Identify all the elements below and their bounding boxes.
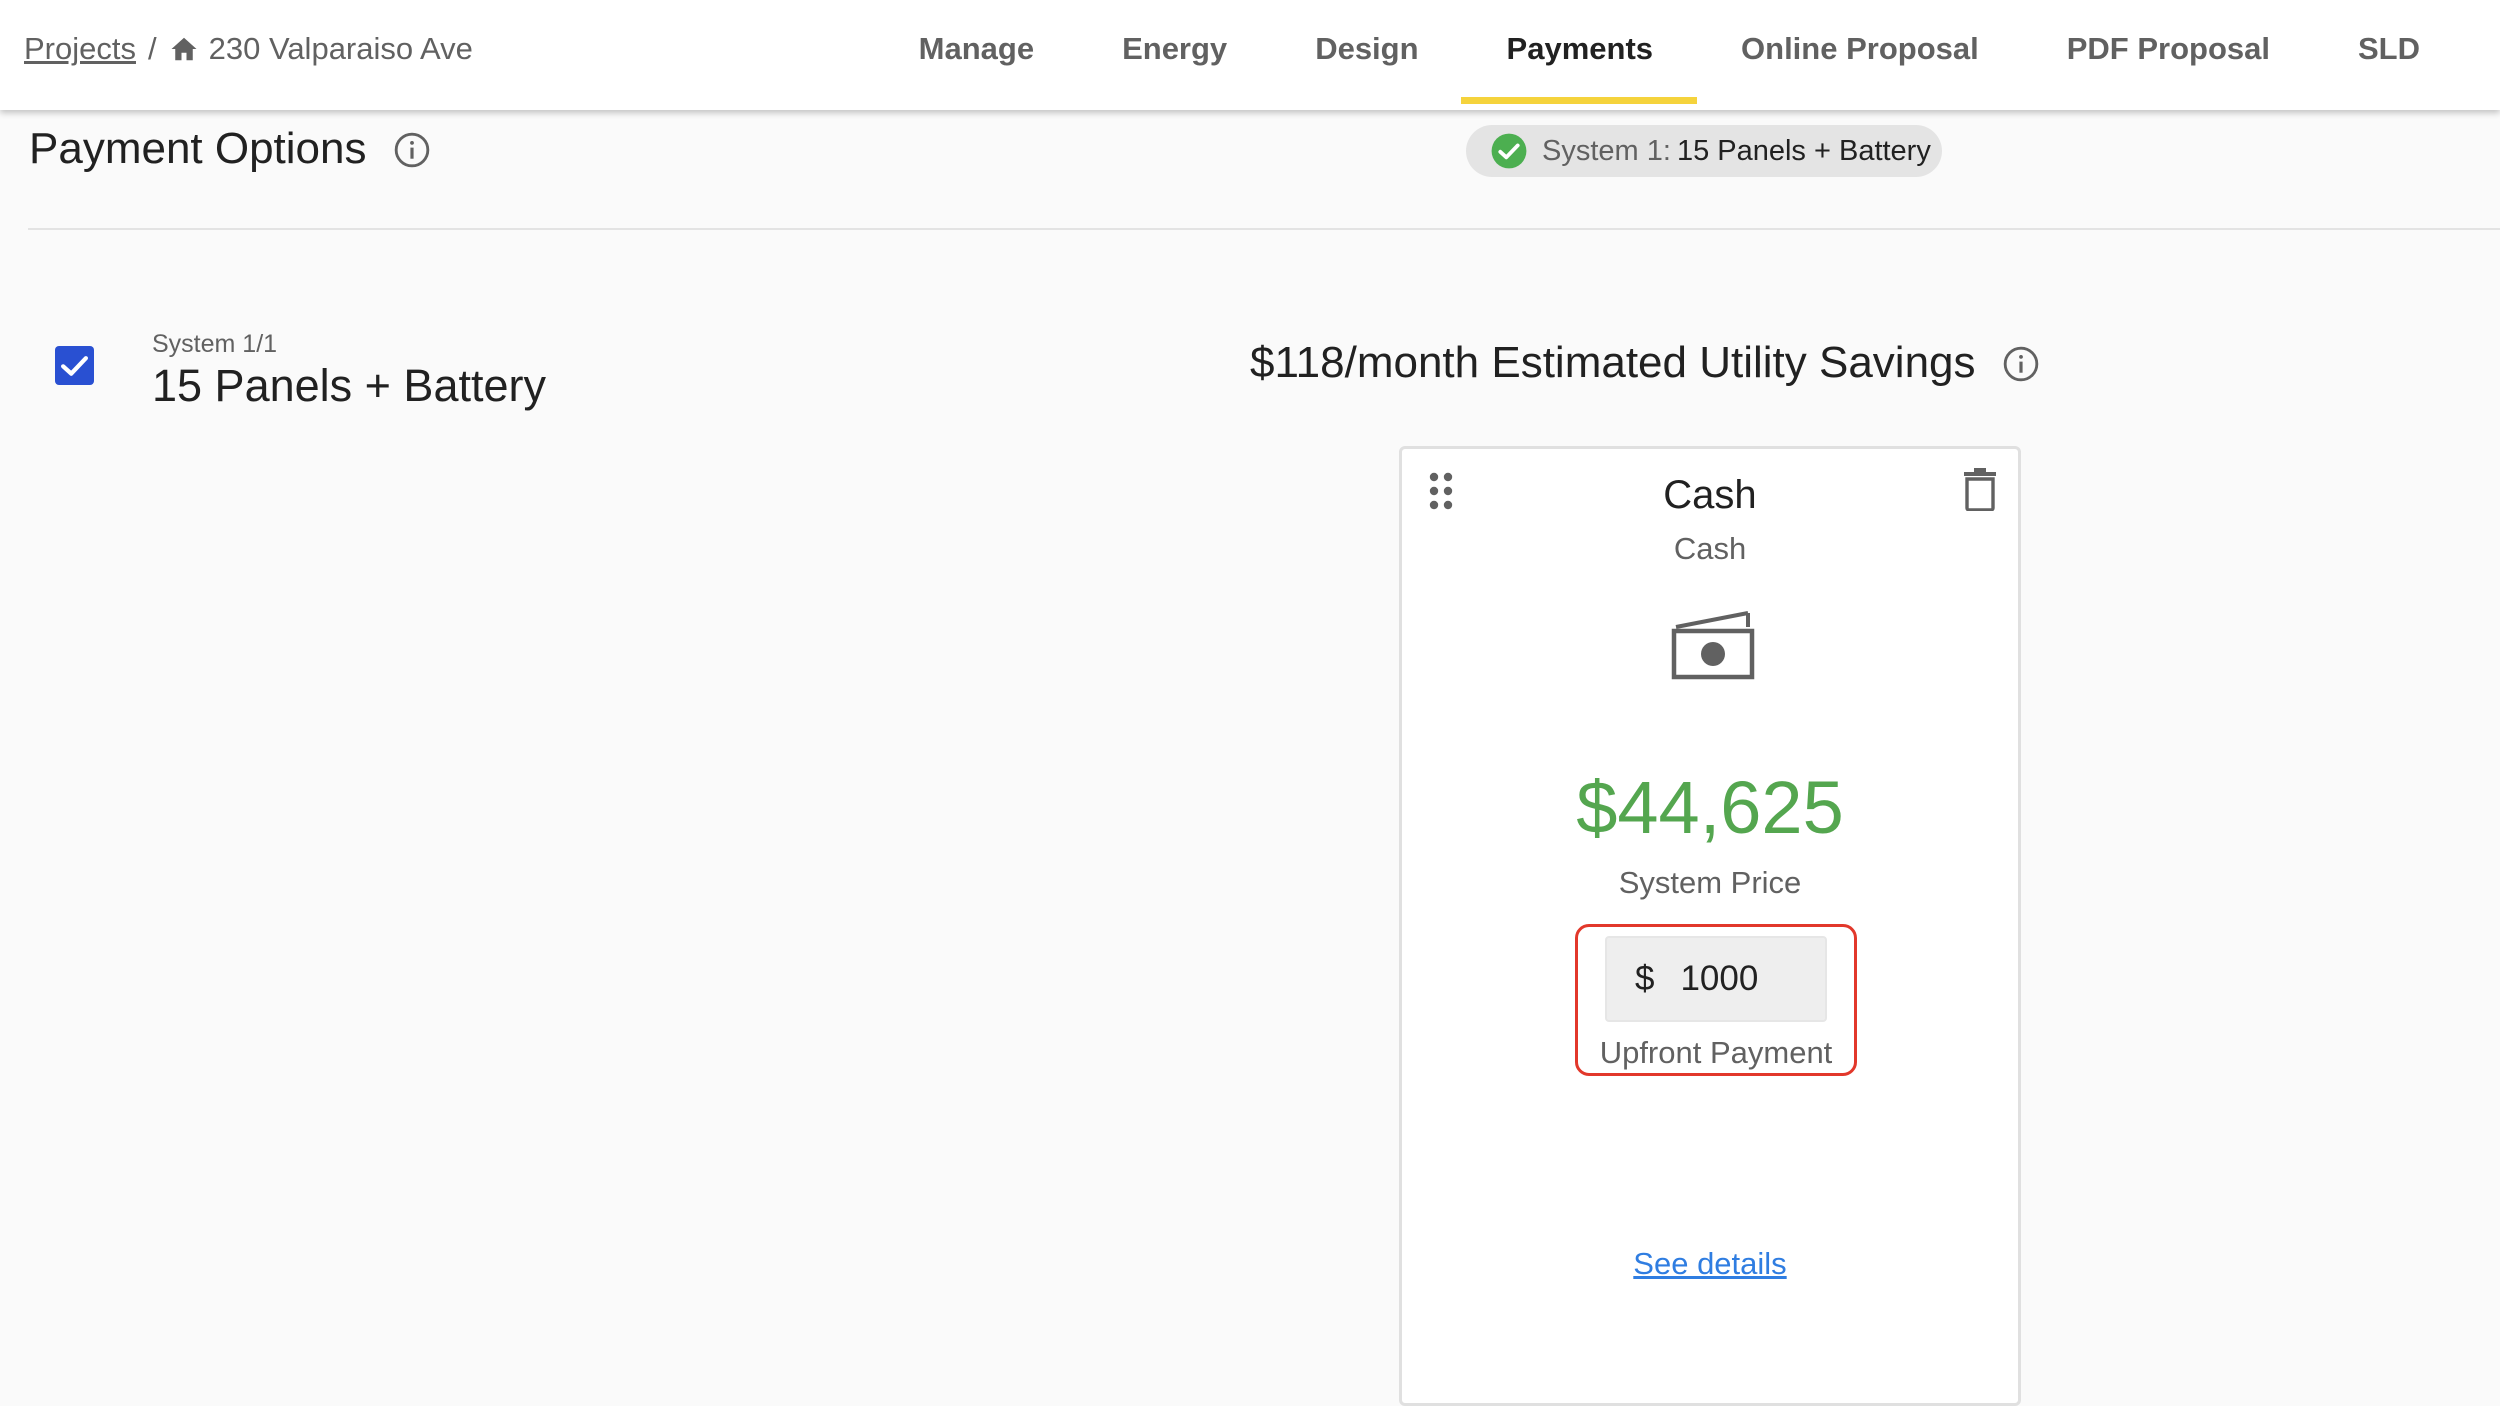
system-price-value: $44,625 — [1576, 766, 1844, 849]
tab-energy[interactable]: Energy — [1122, 0, 1227, 98]
upfront-payment-value: 1000 — [1680, 959, 1759, 998]
upfront-payment-input[interactable]: $ 1000 — [1605, 936, 1827, 1022]
page-title: Payment Options — [29, 124, 431, 174]
tab-payments[interactable]: Payments — [1460, 0, 1698, 104]
card-title: Cash — [1663, 473, 1757, 517]
tab-pdf-proposal[interactable]: PDF Proposal — [2067, 0, 2270, 98]
tab-manage[interactable]: Manage — [919, 0, 1034, 98]
info-icon[interactable] — [2002, 344, 2040, 382]
breadcrumb-separator: / — [147, 31, 157, 66]
cash-icon — [1670, 607, 1756, 683]
currency-symbol: $ — [1635, 959, 1655, 998]
chip-prefix: System 1: — [1542, 134, 1671, 167]
breadcrumb: Projects / 230 Valparaiso Ave — [24, 0, 473, 98]
home-icon — [169, 34, 199, 64]
see-details-link[interactable]: See details — [1402, 1246, 2018, 1282]
payment-card-cash: Cash Cash $44,625 System Price $ 1000 Up… — [1399, 446, 2021, 1406]
card-subtitle: Cash — [1673, 531, 1747, 566]
system-name: 15 Panels + Battery — [152, 360, 546, 411]
system-price-label: System Price — [1618, 865, 1802, 900]
utility-savings-text: $118/month Estimated Utility Savings — [1250, 338, 1976, 387]
breadcrumb-address: 230 Valparaiso Ave — [208, 31, 473, 66]
system-selector-chip[interactable]: System 1: 15 Panels + Battery — [1466, 125, 1942, 177]
check-circle-icon — [1490, 132, 1528, 170]
main-nav: Manage Energy Design Payments Online Pro… — [919, 0, 2500, 110]
section-divider — [28, 228, 2500, 230]
page-title-text: Payment Options — [29, 124, 367, 173]
tab-online-proposal[interactable]: Online Proposal — [1741, 0, 1979, 98]
upfront-payment-highlight: $ 1000 Upfront Payment — [1575, 924, 1857, 1076]
chip-system-name: 15 Panels + Battery — [1676, 134, 1931, 167]
upfront-payment-label: Upfront Payment — [1599, 1035, 1833, 1070]
info-icon[interactable] — [393, 130, 431, 168]
utility-savings: $118/month Estimated Utility Savings — [1250, 338, 2040, 388]
tab-design[interactable]: Design — [1315, 0, 1418, 98]
tab-sld[interactable]: SLD — [2358, 0, 2420, 98]
system-index-label: System 1/1 — [152, 330, 278, 358]
breadcrumb-projects-link[interactable]: Projects — [24, 31, 136, 67]
system-checkbox[interactable] — [55, 346, 94, 385]
top-bar: Projects / 230 Valparaiso Ave Manage Ene… — [0, 0, 2500, 110]
